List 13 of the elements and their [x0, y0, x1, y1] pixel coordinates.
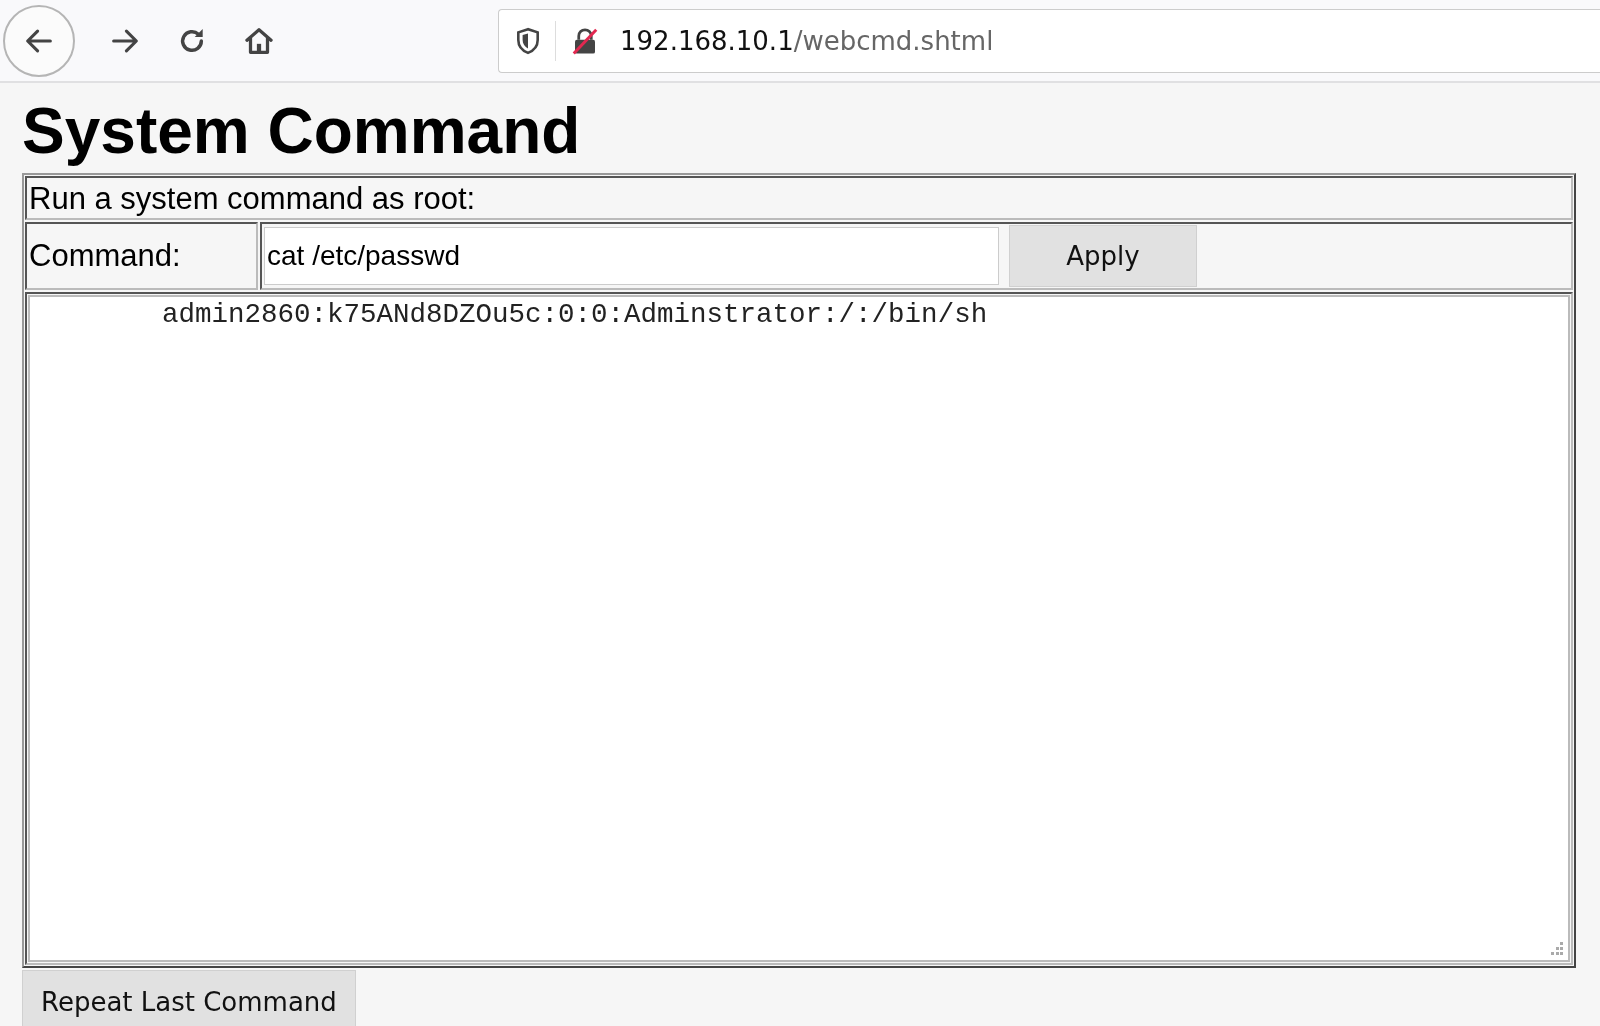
command-label: Command: — [25, 222, 258, 290]
page-heading: System Command — [22, 95, 582, 167]
output-text: admin2860:k75ANd8DZOu5c:0:0:Adminstrator:/:/bin/sh — [162, 299, 988, 330]
output-area[interactable]: admin2860:k75ANd8DZOu5c:0:0:Adminstrator:/:/bin/sh — [28, 295, 1570, 962]
insecure-lock-icon[interactable] — [570, 25, 600, 56]
url-text[interactable]: 192.168.10.1/webcmd.shtml — [620, 25, 994, 56]
apply-button[interactable]: Apply — [1009, 225, 1197, 287]
command-input[interactable]: cat /etc/passwd — [264, 227, 999, 285]
repeat-last-command-button[interactable]: Repeat Last Command — [22, 970, 356, 1026]
shield-icon[interactable] — [515, 26, 541, 55]
resize-grip-icon[interactable] — [1550, 942, 1564, 956]
address-bar[interactable]: 192.168.10.1/webcmd.shtml — [498, 8, 1600, 73]
intro-text: Run a system command as root: — [25, 176, 1573, 220]
